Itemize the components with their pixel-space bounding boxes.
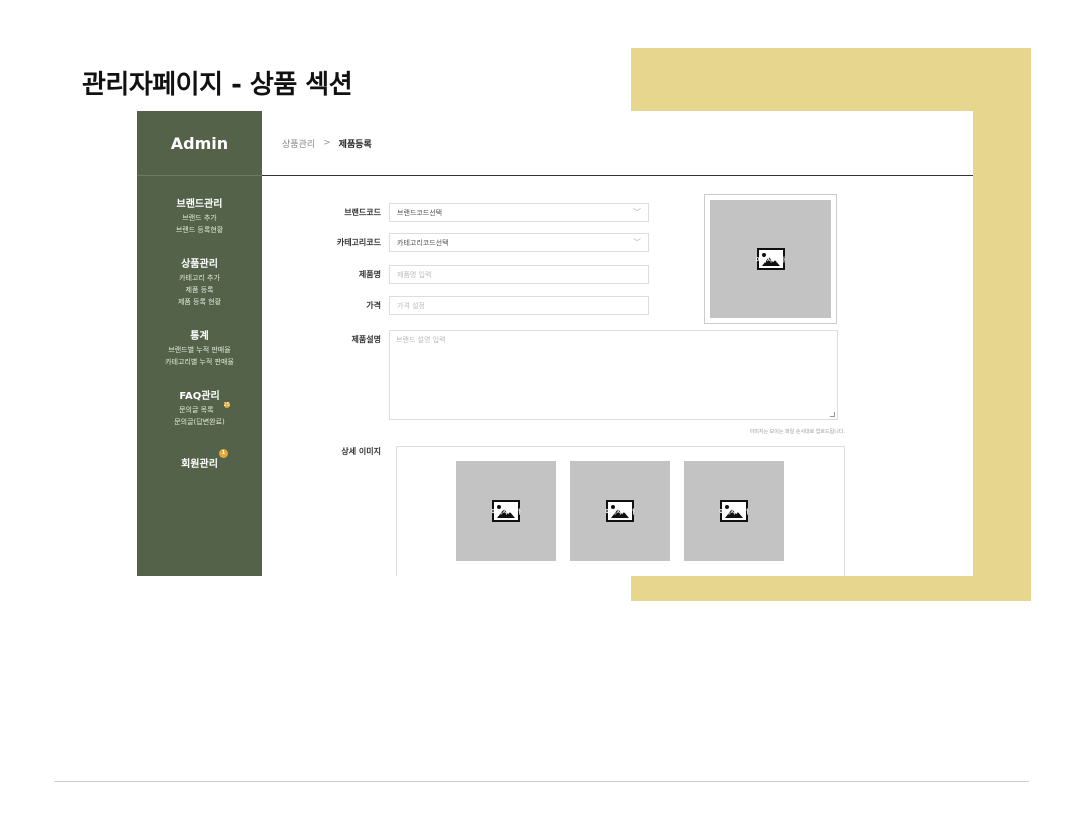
breadcrumb-parent[interactable]: 상품관리 bbox=[282, 137, 315, 150]
image-placeholder: 이미지 추가 bbox=[684, 461, 784, 561]
brand-code-row: 브랜드코드 브랜드코드선택 ﹀ bbox=[262, 203, 649, 222]
nav-item-category-sales[interactable]: 카테고리별 누적 판매율 bbox=[137, 356, 262, 368]
price-input[interactable]: 가격 설정 bbox=[389, 296, 649, 315]
description-textarea[interactable]: 브랜드 설명 입력 bbox=[389, 330, 838, 420]
breadcrumb: 상품관리 > 제품등록 bbox=[262, 111, 973, 176]
upload-hint: 이미지는 보이는 파일 순서대로 업로드됩니다. bbox=[749, 429, 845, 435]
description-row: 제품설명 브랜드 설명 입력 bbox=[262, 330, 838, 420]
nav-item-label: 문의글(답변완료) bbox=[174, 418, 225, 426]
notification-badge: 1 bbox=[218, 449, 228, 458]
footer-divider bbox=[54, 781, 1029, 782]
add-image-label: 이미지 추가 bbox=[491, 509, 521, 516]
nav-item-brand-status[interactable]: 브랜드 등록현황 bbox=[137, 224, 262, 236]
admin-screenshot: Admin 브랜드관리 브랜드 추가 브랜드 등록현황 상품관리 카테고리 추가… bbox=[137, 111, 973, 576]
nav-item-label: 문의글 목록 15 bbox=[179, 402, 230, 414]
category-code-select[interactable]: 카테고리코드선택 ﹀ bbox=[389, 233, 649, 252]
detail-image-row: 상세 이미지 bbox=[262, 446, 389, 457]
price-label: 가격 bbox=[366, 301, 381, 310]
product-name-input[interactable]: 제품명 입력 bbox=[389, 265, 649, 284]
nav-item-product-status[interactable]: 제품 등록 현황 bbox=[137, 296, 262, 308]
detail-image-upload-1[interactable]: 이미지 추가 bbox=[456, 461, 556, 561]
nav-item-add-brand[interactable]: 브랜드 추가 bbox=[137, 212, 262, 224]
breadcrumb-separator: > bbox=[323, 138, 331, 148]
nav-item-inquiry-answered[interactable]: 문의글(답변완료) bbox=[137, 416, 262, 428]
admin-logo[interactable]: Admin bbox=[137, 111, 262, 176]
nav-item-brand-sales[interactable]: 브랜드별 누적 판매율 bbox=[137, 344, 262, 356]
brand-code-value: 브랜드코드선택 bbox=[397, 208, 443, 217]
category-code-label: 카테고리코드 bbox=[336, 238, 381, 247]
nav-heading-members[interactable]: 회원관리 1 bbox=[181, 449, 228, 470]
nav-item-text: 문의글 목록 bbox=[179, 406, 214, 414]
nav-item-label: 브랜드 등록현황 bbox=[175, 226, 224, 234]
brand-code-select[interactable]: 브랜드코드선택 ﹀ bbox=[389, 203, 649, 222]
add-image-label: 이미지 추가 bbox=[605, 509, 635, 516]
category-code-value: 카테고리코드선택 bbox=[397, 238, 449, 247]
breadcrumb-current: 제품등록 bbox=[338, 139, 372, 150]
nav-heading-faq[interactable]: FAQ관리 bbox=[179, 387, 219, 402]
nav-heading-stats[interactable]: 통계 bbox=[190, 327, 208, 342]
main-image-upload[interactable]: 이미지 추가 bbox=[704, 194, 837, 324]
nav-item-label: 카테고리 추가 bbox=[179, 274, 220, 282]
category-code-row: 카테고리코드 카테고리코드선택 ﹀ bbox=[262, 233, 649, 252]
nav-item-add-category[interactable]: 카테고리 추가 bbox=[137, 272, 262, 284]
nav-group-faq: FAQ관리 문의글 목록 15 문의글(답변완료) bbox=[137, 384, 262, 428]
nav-item-label: 제품 등록 현황 bbox=[177, 298, 222, 306]
detail-image-label: 상세 이미지 bbox=[341, 447, 381, 456]
sidebar: Admin 브랜드관리 브랜드 추가 브랜드 등록현황 상품관리 카테고리 추가… bbox=[137, 111, 262, 576]
add-image-label: 이미지 추가 bbox=[719, 509, 749, 516]
product-name-row: 제품명 제품명 입력 bbox=[262, 265, 649, 284]
description-label: 제품설명 bbox=[351, 335, 381, 344]
brand-code-label: 브랜드코드 bbox=[344, 208, 381, 217]
detail-image-upload-3[interactable]: 이미지 추가 bbox=[684, 461, 784, 561]
image-placeholder: 이미지 추가 bbox=[456, 461, 556, 561]
nav-group-stats: 통계 브랜드별 누적 판매율 카테고리별 누적 판매율 bbox=[137, 324, 262, 368]
nav-group-members: 회원관리 1 bbox=[137, 449, 262, 472]
product-name-label: 제품명 bbox=[358, 270, 381, 279]
nav-heading-product[interactable]: 상품관리 bbox=[181, 255, 218, 270]
nav-item-inquiry-list[interactable]: 문의글 목록 15 bbox=[137, 402, 262, 416]
nav-heading-brand[interactable]: 브랜드관리 bbox=[177, 195, 223, 210]
nav-item-label: 브랜드 추가 bbox=[182, 214, 217, 222]
chevron-down-icon: ﹀ bbox=[633, 238, 641, 247]
nav-heading-text: 회원관리 bbox=[181, 459, 218, 470]
image-placeholder: 이미지 추가 bbox=[570, 461, 670, 561]
nav-group-brand: 브랜드관리 브랜드 추가 브랜드 등록현황 bbox=[137, 192, 262, 236]
chevron-down-icon: ﹀ bbox=[633, 208, 641, 217]
nav-group-product: 상품관리 카테고리 추가 제품 등록 제품 등록 현황 bbox=[137, 252, 262, 308]
price-row: 가격 가격 설정 bbox=[262, 296, 649, 315]
nav-item-register-product[interactable]: 제품 등록 bbox=[137, 284, 262, 296]
notification-badge: 15 bbox=[223, 402, 230, 408]
detail-image-upload-2[interactable]: 이미지 추가 bbox=[570, 461, 670, 561]
nav-item-label: 제품 등록 bbox=[185, 286, 214, 294]
detail-image-box: 이미지 추가 이미지 추가 이미지 추가 bbox=[396, 446, 845, 576]
nav-item-label: 카테고리별 누적 판매율 bbox=[165, 358, 234, 366]
nav-item-label: 브랜드별 누적 판매율 bbox=[168, 346, 231, 354]
product-form: 브랜드코드 브랜드코드선택 ﹀ 카테고리코드 카테고리코드선택 ﹀ 제품명 제품… bbox=[262, 177, 973, 576]
slide-title: 관리자페이지 - 상품 섹션 bbox=[82, 70, 353, 100]
add-image-label: 이미지 추가 bbox=[755, 257, 786, 264]
image-placeholder: 이미지 추가 bbox=[710, 200, 831, 318]
